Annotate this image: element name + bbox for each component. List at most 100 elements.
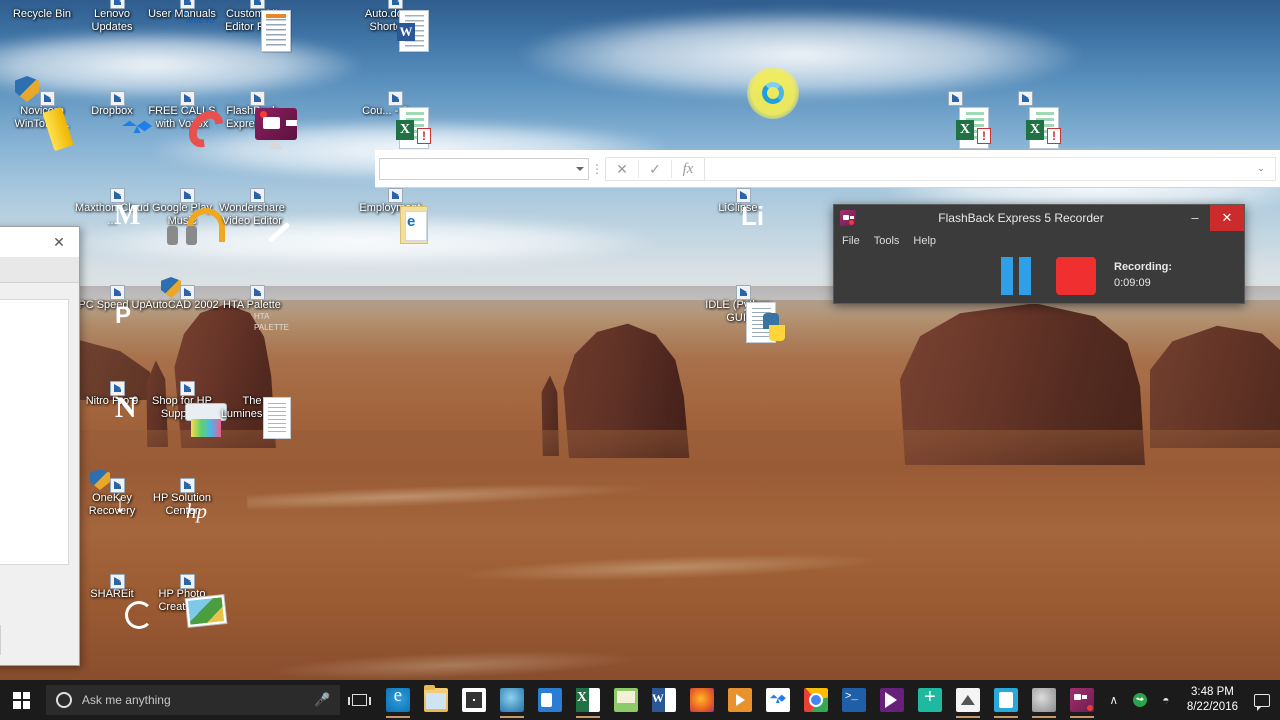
taskbar-microsoft-excel-button[interactable] bbox=[569, 680, 607, 720]
shortcut-arrow-icon bbox=[110, 478, 125, 493]
custom-ui-editor-icon[interactable]: Custom UI Editor Fo... bbox=[214, 0, 291, 52]
menu-item-tools[interactable]: Tools bbox=[874, 235, 900, 247]
shortcut-arrow-icon bbox=[110, 381, 125, 396]
wondershare-video-editor-icon[interactable]: Wondershare Video Editor bbox=[214, 188, 290, 227]
taskbar-clock[interactable]: 3:48 PM 8/22/2016 bbox=[1179, 685, 1246, 715]
liclipse-icon[interactable]: LiClipse bbox=[700, 188, 776, 215]
dropbox-icon bbox=[765, 688, 790, 712]
task-view-button[interactable] bbox=[340, 680, 378, 720]
busy-spinner-icon bbox=[762, 82, 784, 104]
expand-formula-bar-icon[interactable]: ⌄ bbox=[1253, 163, 1269, 174]
insert-function-icon[interactable]: fx bbox=[672, 158, 704, 180]
recycle-bin-icon[interactable]: Recycle Bin bbox=[4, 8, 80, 21]
taskbar-microsoft-word-button[interactable] bbox=[645, 680, 683, 720]
taskbar-dropbox-button[interactable] bbox=[759, 680, 797, 720]
shop-for-hp-supplies-icon[interactable]: Shop for HP Supplies bbox=[144, 381, 227, 437]
show-hidden-icons-button[interactable]: ∧ bbox=[1101, 680, 1127, 720]
desktop-icon-label: SHAREit bbox=[90, 588, 134, 600]
desktop-icon-label: Wondershare Video Editor bbox=[219, 202, 285, 227]
desktop-icon-label: HP Solution Center bbox=[153, 492, 211, 517]
free-calls-voxox-icon[interactable]: FREE CALLS with Voxox bbox=[144, 91, 231, 154]
taskbar-teal-app-button[interactable] bbox=[911, 680, 949, 720]
hp-photo-creations-icon[interactable]: HP Photo Creations bbox=[144, 574, 227, 627]
google-play-music-icon[interactable]: Google Play Music bbox=[144, 188, 225, 245]
flashback-titlebar[interactable]: FlashBack Express 5 Recorder – ✕ bbox=[834, 205, 1244, 231]
taskbar-blue-app-button[interactable] bbox=[987, 680, 1025, 720]
taskbar-maxthon-browser-button[interactable] bbox=[493, 680, 531, 720]
taskbar-visual-studio-button[interactable] bbox=[873, 680, 911, 720]
pause-button[interactable] bbox=[1001, 257, 1031, 295]
taskbar-white-app-button[interactable] bbox=[949, 680, 987, 720]
close-icon[interactable]: ✕ bbox=[39, 227, 79, 257]
name-box[interactable] bbox=[379, 157, 589, 180]
formula-bar-gripper[interactable]: ⋮ bbox=[589, 163, 605, 175]
enter-icon[interactable]: ✓ bbox=[639, 158, 671, 180]
taskbar-flashback-recorder-button[interactable] bbox=[1063, 680, 1101, 720]
menu-item-help[interactable]: Help bbox=[913, 235, 936, 247]
flashback-express-icon[interactable]: FlashBack Express ... bbox=[214, 91, 297, 149]
taskbar-google-chrome-button[interactable] bbox=[797, 680, 835, 720]
chevron-down-icon[interactable] bbox=[576, 166, 584, 171]
taskbar-media-player-button[interactable] bbox=[721, 680, 759, 720]
shortcut-arrow-icon bbox=[250, 188, 265, 203]
pc-speed-up-icon[interactable]: PC Speed Up bbox=[74, 285, 150, 312]
novicorp-wintoflash-icon[interactable]: Novicorp WinToFla... bbox=[4, 76, 80, 152]
minimize-icon[interactable]: – bbox=[1180, 205, 1210, 231]
hta-palette-icon[interactable]: HTA Palette bbox=[214, 285, 290, 312]
shortcut-arrow-icon bbox=[180, 478, 195, 493]
menu-item-file[interactable]: File bbox=[842, 235, 860, 247]
auto-doc-shortcut-icon[interactable]: W Auto.doc - Shortcut bbox=[352, 0, 429, 52]
dropbox-tray-icon[interactable] bbox=[1127, 680, 1153, 720]
user-manuals-icon[interactable]: User Manuals bbox=[144, 0, 220, 21]
start-button[interactable] bbox=[0, 680, 44, 720]
cortana-search-box[interactable]: Ask me anything 🎤 bbox=[45, 685, 341, 715]
the-luminescence-icon[interactable]: The Luminesce... bbox=[214, 395, 291, 439]
stop-button[interactable] bbox=[1056, 257, 1096, 295]
dialog-tabstrip[interactable] bbox=[0, 257, 79, 283]
clock-time: 3:48 PM bbox=[1191, 686, 1234, 698]
hp-solution-center-icon[interactable]: HP Solution Center bbox=[144, 478, 220, 517]
shortcut-arrow-icon bbox=[250, 0, 265, 9]
taskbar-audio-app-button[interactable] bbox=[1025, 680, 1063, 720]
taskbar-outlook-button[interactable] bbox=[531, 680, 569, 720]
maxthon-cloud-icon[interactable]: Maxthon Cloud ... bbox=[74, 188, 150, 227]
desktop-icon-label: PC Speed Up bbox=[78, 299, 146, 311]
onekey-recovery-icon[interactable]: OneKey Recovery bbox=[74, 469, 150, 517]
partial-dialog-window[interactable]: ✕ Properties Apply bbox=[0, 226, 80, 666]
taskbar-money-app-button[interactable] bbox=[607, 680, 645, 720]
shortcut-arrow-icon bbox=[110, 91, 125, 106]
flashback-recorder-window[interactable]: FlashBack Express 5 Recorder – ✕ File To… bbox=[833, 204, 1245, 304]
cancel-icon[interactable]: ✕ bbox=[606, 158, 638, 180]
excel-shortcut-icon[interactable]: X! Cou... - S... bbox=[352, 91, 431, 149]
lenovo-updates-icon[interactable]: Lenovo Updates bbox=[74, 0, 150, 33]
idle-python-gui-icon[interactable]: IDLE (Python GUI) bbox=[700, 285, 785, 343]
shortcut-arrow-icon bbox=[110, 285, 125, 300]
shortcut-arrow-icon bbox=[388, 188, 403, 203]
action-center-button[interactable] bbox=[1246, 680, 1278, 720]
desktop-icon-label: Dropbox bbox=[91, 105, 133, 117]
autocad-2002-icon[interactable]: AutoCAD 2002 bbox=[144, 277, 220, 312]
microphone-icon[interactable]: 🎤 bbox=[314, 692, 330, 708]
desktop-icon-label: Novicorp WinToFla... bbox=[14, 105, 70, 130]
nitro-pro-9-icon[interactable]: Nitro Pro 9 bbox=[74, 381, 150, 408]
taskbar-powershell-button[interactable] bbox=[835, 680, 873, 720]
close-icon[interactable]: ✕ bbox=[1210, 205, 1244, 231]
taskbar-mozilla-firefox-button[interactable] bbox=[683, 680, 721, 720]
outlook-icon bbox=[537, 688, 562, 712]
shareit-icon[interactable]: SHAREit bbox=[74, 574, 153, 629]
microsoft-edge-icon bbox=[385, 685, 410, 712]
microsoft-excel-icon bbox=[575, 688, 600, 712]
network-icon[interactable]: ◓ bbox=[1153, 680, 1179, 720]
taskbar-microsoft-edge-button[interactable] bbox=[379, 680, 417, 720]
dialog-body bbox=[0, 299, 69, 565]
desktop-icon-label: AutoCAD 2002 bbox=[145, 299, 219, 311]
taskbar-microsoft-store-button[interactable] bbox=[455, 680, 493, 720]
apply-button[interactable]: Apply bbox=[0, 625, 1, 655]
employment-icon[interactable]: Employment bbox=[352, 188, 428, 244]
white-app-icon bbox=[955, 688, 980, 712]
dropbox-icon[interactable]: Dropbox bbox=[74, 91, 150, 118]
taskbar-file-explorer-button[interactable] bbox=[417, 680, 455, 720]
formula-input[interactable]: ⌄ bbox=[705, 156, 1276, 181]
microsoft-word-icon bbox=[651, 688, 676, 712]
excel-formula-bar: ⋮ ✕ ✓ fx ⌄ bbox=[375, 150, 1280, 188]
